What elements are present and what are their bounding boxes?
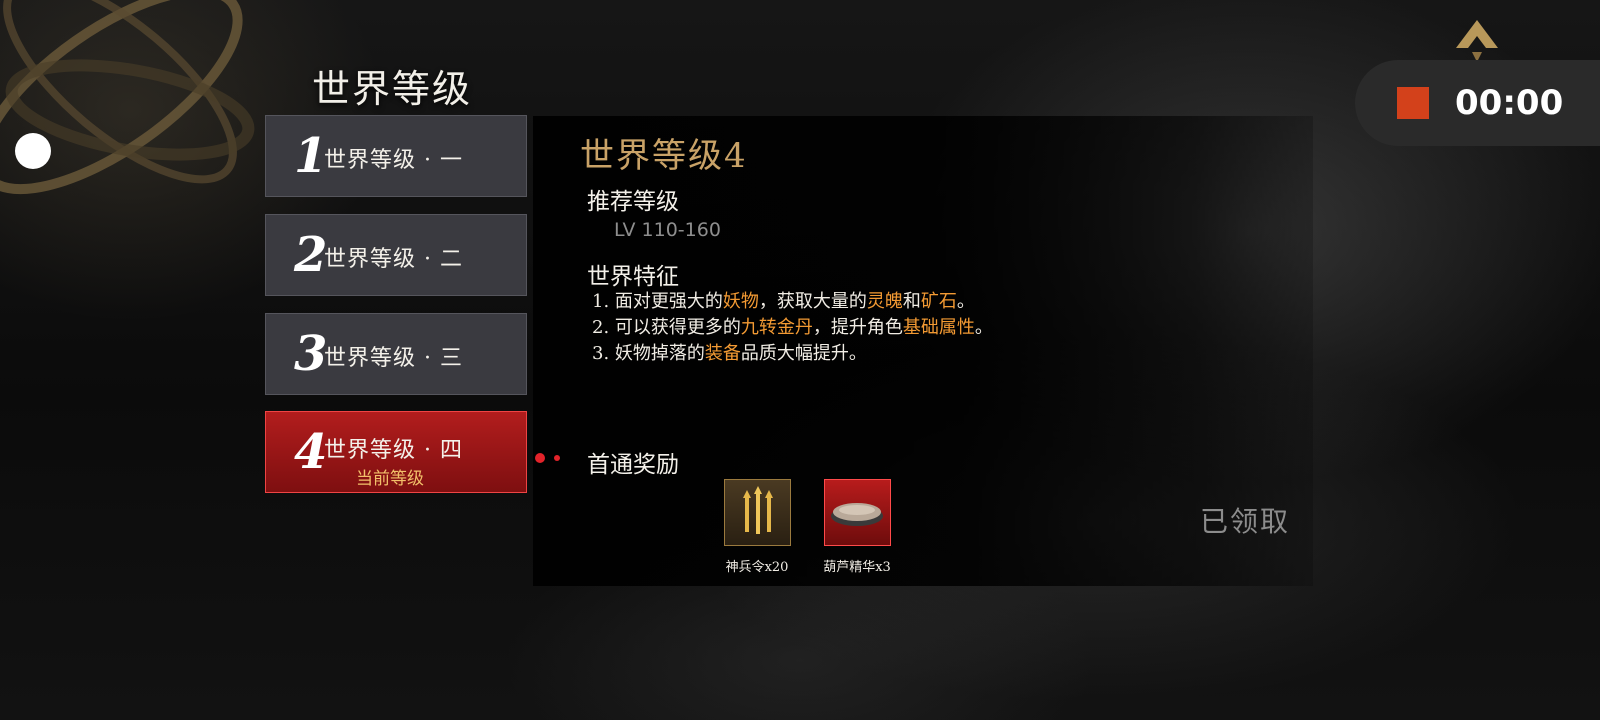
selection-indicator-icon <box>535 448 561 467</box>
feature-list: 1. 面对更强大的妖物，获取大量的灵魄和矿石。 2. 可以获得更多的九转金丹，提… <box>592 289 993 367</box>
recommend-level-label: 推荐等级 <box>587 189 679 215</box>
first-clear-reward-label: 首通奖励 <box>587 452 679 478</box>
claimed-status: 已领取 <box>1200 505 1291 538</box>
tab-world-level-4[interactable]: 4 世界等级 · 四 当前等级 <box>265 411 527 493</box>
golden-spears-icon <box>743 486 773 534</box>
reward-name: 葫芦精华x3 <box>823 560 891 575</box>
powder-bowl-icon <box>831 503 883 526</box>
recommend-level-value: LV 110-160 <box>614 219 721 241</box>
reward-item-divine-token[interactable] <box>724 479 791 546</box>
feature-item: 1. 面对更强大的妖物，获取大量的灵魄和矿石。 <box>592 291 975 312</box>
tab-world-level-2[interactable]: 2 世界等级 · 二 <box>265 214 527 296</box>
stop-record-icon[interactable] <box>1397 87 1429 119</box>
reward-item-gourd-essence[interactable] <box>824 479 891 546</box>
tab-world-level-1[interactable]: 1 世界等级 · 一 <box>265 115 527 197</box>
feature-item: 3. 妖物掉落的装备品质大幅提升。 <box>592 343 867 364</box>
page-title: 世界等级 <box>312 67 473 111</box>
reward-name: 神兵令x20 <box>725 560 789 575</box>
tab-number: 3 <box>294 326 328 382</box>
current-level-badge: 当前等级 <box>356 469 424 489</box>
record-timer: 00:00 <box>1455 83 1564 123</box>
tab-number: 4 <box>294 424 328 480</box>
tab-label: 世界等级 · 二 <box>324 247 463 272</box>
floating-dot-button[interactable] <box>15 133 51 169</box>
tab-label: 世界等级 · 三 <box>324 346 463 371</box>
world-feature-label: 世界特征 <box>587 264 679 290</box>
tab-world-level-3[interactable]: 3 世界等级 · 三 <box>265 313 527 395</box>
tab-number: 2 <box>294 227 328 283</box>
game-logo-icon[interactable] <box>1452 16 1502 66</box>
detail-title: 世界等级4 <box>580 136 748 176</box>
tab-label: 世界等级 · 一 <box>324 148 463 173</box>
feature-item: 2. 可以获得更多的九转金丹，提升角色基础属性。 <box>592 317 993 338</box>
screen-recorder-widget[interactable]: 00:00 <box>1355 60 1600 146</box>
tab-label: 世界等级 · 四 <box>324 438 463 463</box>
tab-number: 1 <box>294 128 328 184</box>
